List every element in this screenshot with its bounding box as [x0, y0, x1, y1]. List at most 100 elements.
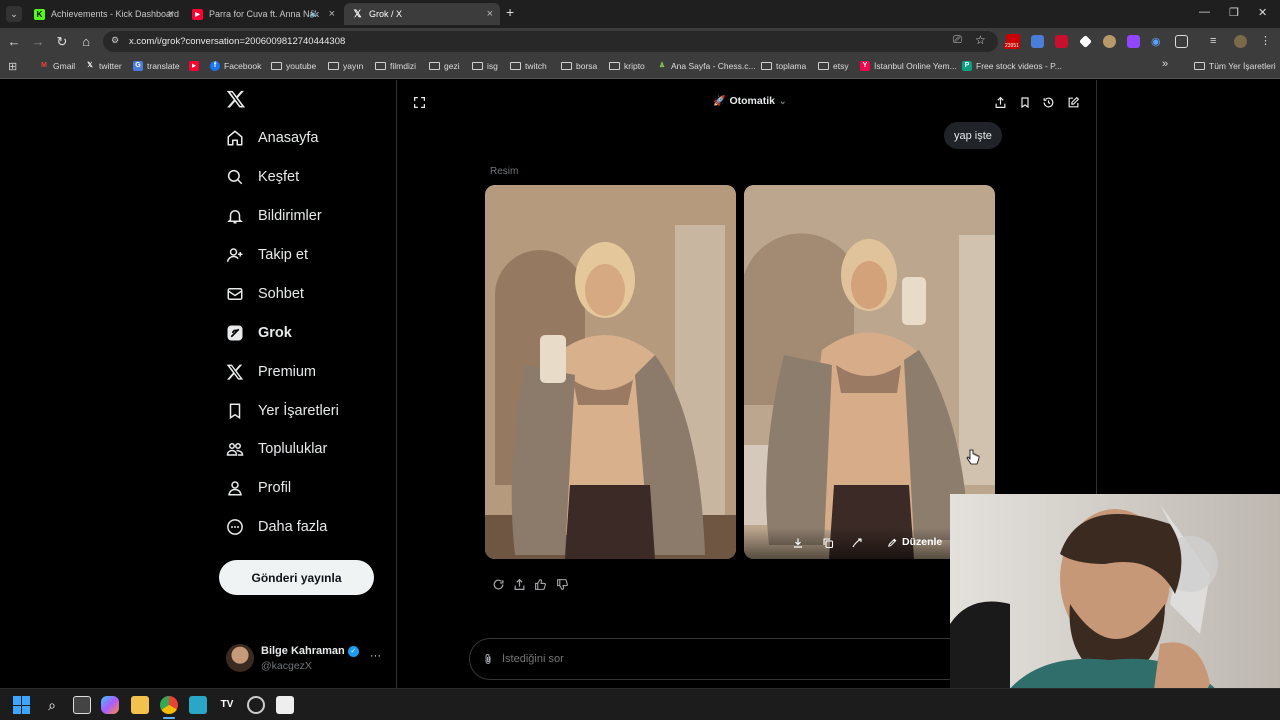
bookmark-folder-isg[interactable]: isg — [472, 61, 498, 71]
extension-badge[interactable]: 23951 — [1004, 34, 1022, 50]
bookmark-pexels[interactable]: P Free stock videos - P... — [962, 61, 1062, 71]
edit-image-button[interactable]: Düzenle — [887, 536, 942, 548]
download-icon[interactable] — [792, 537, 804, 549]
tab-search-icon[interactable]: ⌄ — [6, 6, 22, 22]
sidebar-item-premium[interactable]: Premium — [226, 363, 316, 381]
bookmark-youtube-icon[interactable]: ▶ — [189, 61, 203, 71]
gmail-icon: M — [41, 62, 47, 69]
address-bar[interactable]: ⚙ x.com/i/grok?conversation=200600981274… — [103, 31, 998, 52]
bookmark-folder-youtube[interactable]: youtube — [271, 61, 316, 71]
ask-input-container[interactable] — [469, 638, 969, 680]
thumbs-up-icon[interactable] — [534, 578, 548, 592]
bookmark-folder-toplama[interactable]: toplama — [761, 61, 806, 71]
copy-image-icon[interactable] — [822, 537, 834, 549]
bookmark-folder-etsy[interactable]: etsy — [818, 61, 849, 71]
bookmark-chess[interactable]: ♟ Ana Sayfa - Chess.c... — [657, 61, 756, 71]
sidebar-item-chat[interactable]: Sohbet — [226, 285, 304, 303]
url-text[interactable]: x.com/i/grok?conversation=20060098127404… — [129, 36, 345, 47]
post-button[interactable]: Gönderi yayınla — [219, 560, 374, 595]
forward-icon[interactable]: → — [30, 34, 46, 50]
translate-extension-icon[interactable] — [1031, 35, 1044, 48]
back-icon[interactable]: ← — [6, 34, 22, 50]
new-tab-button[interactable]: + — [506, 4, 514, 20]
task-view-icon[interactable] — [73, 696, 91, 714]
all-bookmarks[interactable]: Tüm Yer İşaretleri — [1194, 61, 1276, 71]
sidebar-item-home[interactable]: Anasayfa — [226, 129, 318, 147]
close-icon[interactable]: × — [168, 8, 174, 20]
browser-tab-kick[interactable]: K Achievements - Kick Dashboard × — [26, 3, 181, 25]
sidebar-item-notifications[interactable]: Bildirimler — [226, 207, 322, 225]
site-info-icon[interactable]: ⚙ — [111, 35, 119, 46]
new-chat-icon[interactable] — [1067, 96, 1080, 109]
browser-tab-grok[interactable]: 𝕏 Grok / X × — [344, 3, 500, 25]
twitch-extension-icon[interactable] — [1127, 35, 1140, 48]
account-switcher[interactable]: Bilge Kahraman ✓ @kacgezX ··· — [226, 643, 386, 675]
bookmark-icon[interactable] — [1019, 96, 1031, 109]
close-icon[interactable]: × — [487, 8, 493, 20]
install-app-icon[interactable]: ⎚ — [953, 34, 962, 47]
sidebar-item-communities[interactable]: Topluluklar — [226, 440, 327, 458]
history-icon[interactable] — [1042, 96, 1055, 109]
bookmark-label: filmdizi — [390, 61, 416, 71]
x-logo-icon[interactable] — [226, 89, 246, 109]
reload-icon[interactable]: ↻ — [54, 34, 70, 50]
close-window-icon[interactable]: ✕ — [1258, 6, 1267, 19]
bookmark-facebook[interactable]: f Facebook — [210, 61, 261, 71]
sidebar-item-grok[interactable]: Grok — [226, 324, 292, 342]
share-icon[interactable] — [994, 96, 1007, 109]
owl-extension-icon[interactable] — [1103, 35, 1116, 48]
sidebar-item-profile[interactable]: Profil — [226, 479, 291, 497]
home-icon[interactable]: ⌂ — [78, 34, 94, 50]
sidebar-item-bookmarks[interactable]: Yer İşaretleri — [226, 402, 339, 420]
file-explorer-icon[interactable] — [131, 696, 149, 714]
bookmark-translate[interactable]: Gtranslate — [133, 61, 180, 71]
speaker-icon[interactable]: 🔈 — [309, 8, 320, 19]
windows-start-icon[interactable] — [13, 696, 31, 714]
ask-input[interactable] — [502, 649, 922, 669]
folder-icon — [510, 62, 521, 70]
more-bookmarks-icon[interactable]: » — [1162, 58, 1168, 70]
sidebar-item-explore[interactable]: Keşfet — [226, 168, 299, 186]
generated-image-1[interactable] — [485, 185, 736, 559]
bookmark-twitter[interactable]: 𝕏twitter — [85, 61, 122, 71]
bookmark-folder-gezi[interactable]: gezi — [429, 61, 460, 71]
reading-list-icon[interactable]: ≡ — [1210, 35, 1223, 48]
sidebar-item-more[interactable]: Daha fazla — [226, 518, 327, 536]
bookmark-folder-kripto[interactable]: kripto — [609, 61, 645, 71]
app-icon[interactable] — [189, 696, 207, 714]
apps-grid-icon[interactable]: ⊞ — [8, 60, 17, 73]
menu-icon[interactable]: ⋮ — [1260, 35, 1273, 48]
tradingview-icon[interactable]: TV — [218, 696, 236, 714]
copilot-icon[interactable] — [101, 696, 119, 714]
chrome-icon[interactable] — [160, 696, 178, 714]
mode-selector[interactable]: 🚀 Otomatik ⌄ — [713, 95, 787, 107]
bookmark-folder-twitch[interactable]: twitch — [510, 61, 547, 71]
bookmark-folder-borsa[interactable]: borsa — [561, 61, 597, 71]
abp-extension-icon[interactable] — [1055, 35, 1068, 48]
regenerate-icon[interactable] — [492, 578, 506, 592]
animate-icon[interactable] — [851, 537, 863, 549]
restore-icon[interactable]: ❐ — [1229, 6, 1239, 19]
bookmark-gmail[interactable]: M Gmail — [39, 61, 75, 71]
puzzle-icon[interactable] — [1175, 35, 1188, 48]
minimize-icon[interactable]: — — [1199, 6, 1210, 18]
account-more-icon[interactable]: ··· — [370, 650, 381, 662]
share-response-icon[interactable] — [513, 578, 527, 592]
star-icon[interactable]: ☆ — [975, 33, 986, 47]
avatar[interactable] — [1234, 35, 1247, 48]
settings-app-icon[interactable] — [247, 696, 265, 714]
close-icon[interactable]: × — [329, 8, 335, 20]
notepad-icon[interactable] — [276, 696, 294, 714]
sidebar-item-follow[interactable]: Takip et — [226, 246, 308, 264]
search-icon[interactable]: ⌕ — [43, 696, 61, 714]
thumbs-down-icon[interactable] — [556, 578, 570, 592]
bookmark-yemeksepeti[interactable]: Y İstanbul Online Yem... — [860, 61, 957, 71]
folder-icon — [1194, 62, 1205, 70]
attach-icon[interactable] — [482, 653, 494, 666]
bookmark-folder-filmdizi[interactable]: filmdizi — [375, 61, 416, 71]
browser-tab-youtube[interactable]: ▶ Parra for Cuva ft. Anna Nak 🔈 × — [184, 3, 342, 25]
audio-extension-icon[interactable]: ◉ — [1151, 35, 1164, 48]
bookmark-folder-yayin[interactable]: yayın — [328, 61, 363, 71]
expand-icon[interactable] — [413, 96, 426, 109]
diamond-extension-icon[interactable] — [1079, 35, 1092, 48]
